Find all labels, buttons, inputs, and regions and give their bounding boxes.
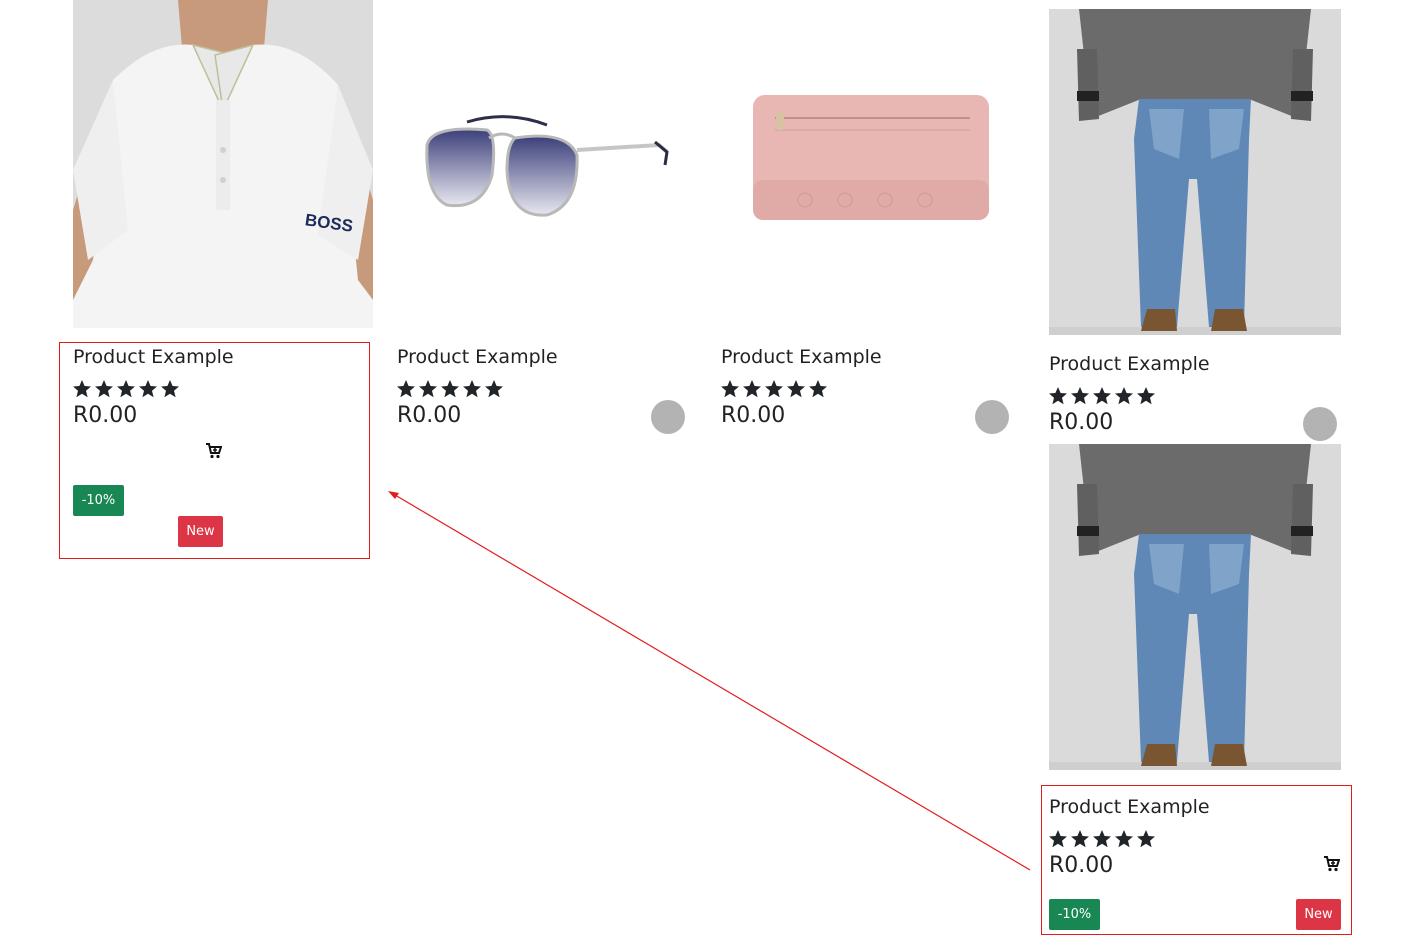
- add-to-cart-button[interactable]: [1303, 407, 1337, 441]
- rating-stars: [397, 380, 503, 398]
- product-image-wallet[interactable]: [745, 90, 995, 225]
- rating-stars: [721, 380, 827, 398]
- product-image-jeans-highlighted[interactable]: [1049, 444, 1341, 770]
- add-to-cart-button[interactable]: [975, 400, 1009, 434]
- product-title[interactable]: Product Example: [397, 346, 558, 368]
- product-price: R0.00: [397, 403, 462, 428]
- product-title[interactable]: Product Example: [1049, 353, 1210, 375]
- annotation-box-right: [1041, 785, 1352, 935]
- rating-stars: [1049, 387, 1155, 405]
- product-image-sunglasses[interactable]: [397, 60, 687, 250]
- annotation-box-left: [59, 342, 370, 559]
- product-price: R0.00: [1049, 410, 1114, 435]
- product-price: R0.00: [721, 403, 786, 428]
- product-image-polo-shirt[interactable]: BOSS: [73, 0, 373, 328]
- product-title[interactable]: Product Example: [721, 346, 882, 368]
- add-to-cart-button[interactable]: [651, 400, 685, 434]
- product-image-jeans[interactable]: [1049, 9, 1341, 335]
